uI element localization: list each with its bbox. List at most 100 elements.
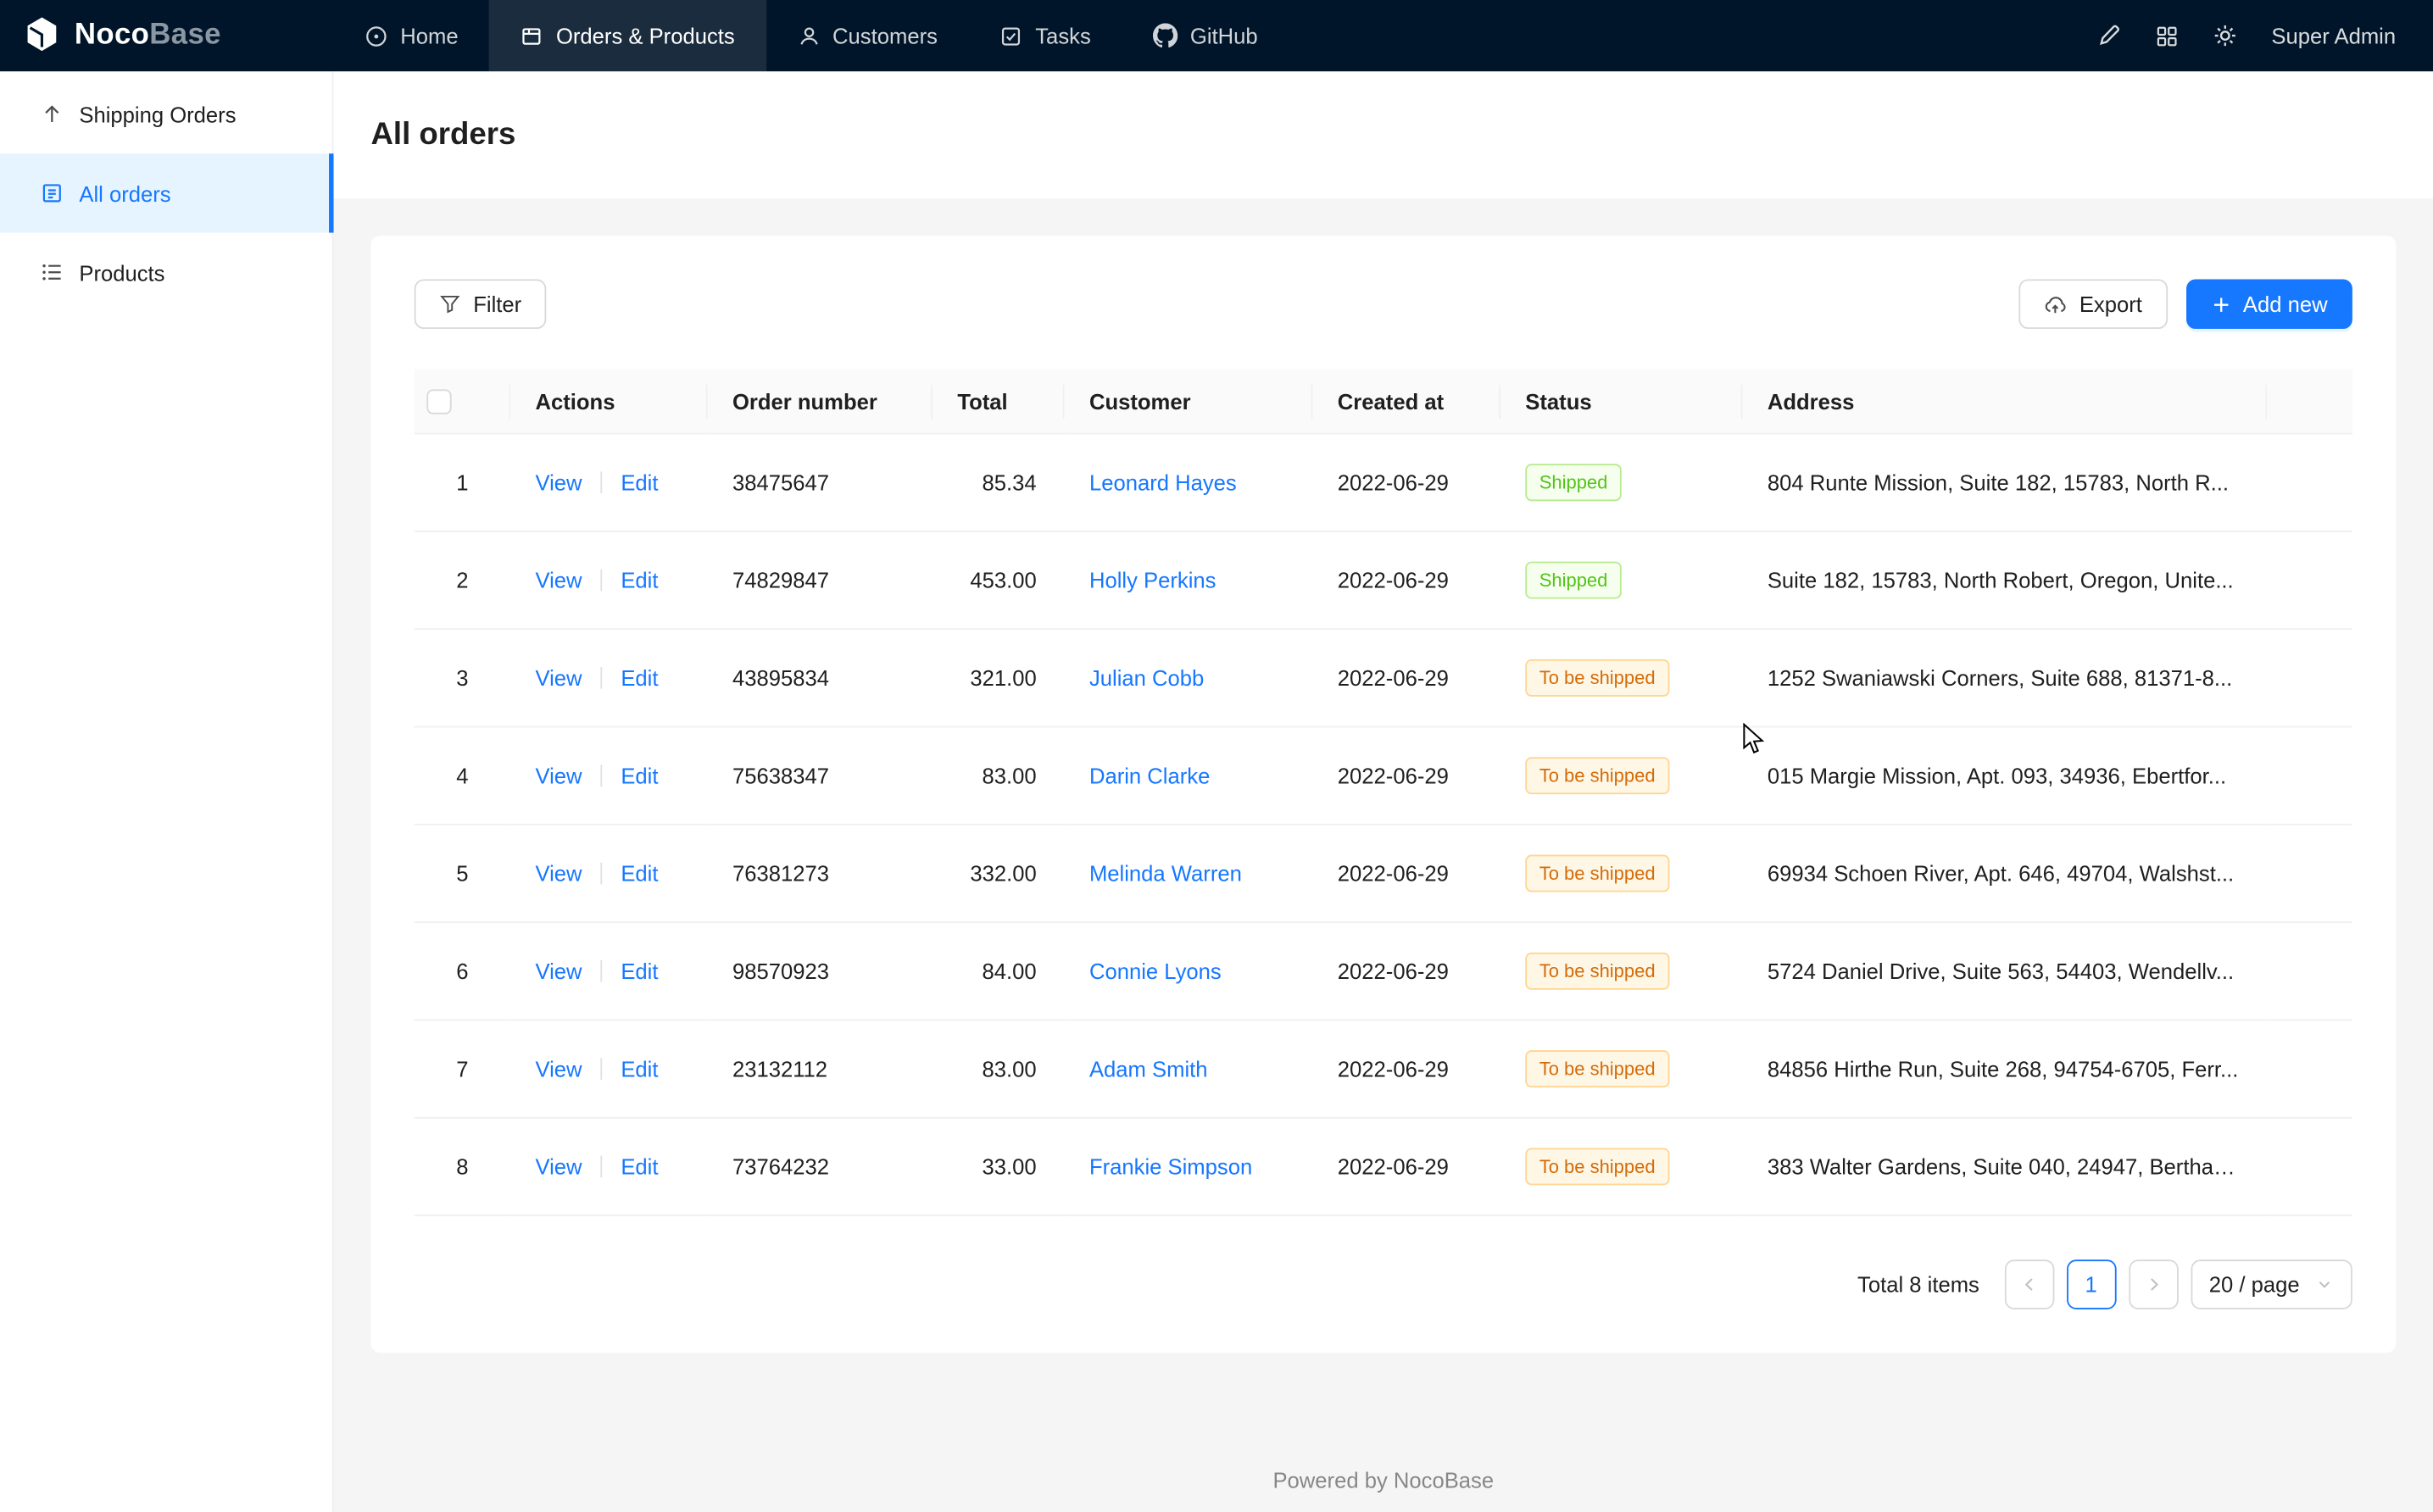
customer-link[interactable]: Adam Smith [1089,1057,1208,1081]
nav-label: GitHub [1190,23,1258,47]
view-link[interactable]: View [535,764,582,788]
add-new-button-label: Add new [2243,292,2328,316]
customer-link[interactable]: Melinda Warren [1089,861,1242,886]
plugins-grid-icon[interactable] [2155,24,2178,47]
action-divider [601,472,603,494]
created-at-cell: 2022-06-29 [1313,531,1500,629]
view-link[interactable]: View [535,470,582,495]
edit-link[interactable]: Edit [621,861,658,886]
customer-link[interactable]: Julian Cobb [1089,666,1204,691]
logo-cube-icon [22,14,63,58]
nocobase-logo[interactable]: NocoBase [0,0,334,71]
view-link[interactable]: View [535,1057,582,1081]
edit-link[interactable]: Edit [621,1154,658,1179]
orders-icon [521,24,543,47]
customer-link[interactable]: Frankie Simpson [1089,1154,1252,1179]
created-at-cell: 2022-06-29 [1313,434,1500,531]
table-row: 4 ViewEdit 75638347 83.00 Darin Clarke 2… [415,727,2352,825]
sidebar-item-products[interactable]: Products [0,233,332,312]
order-number-cell: 38475647 [708,434,933,531]
edit-link[interactable]: Edit [621,568,658,592]
page-header: All orders [334,71,2433,198]
total-cell: 83.00 [933,1020,1065,1118]
column-header-created-at: Created at [1313,370,1500,435]
nav-item-orders-products[interactable]: Orders & Products [489,0,766,71]
sidebar-item-label: All orders [79,181,170,205]
orders-table: Actions Order number Total Customer Crea… [415,370,2352,1217]
filter-button[interactable]: Filter [415,279,547,329]
total-cell: 332.00 [933,825,1065,922]
customer-link[interactable]: Holly Perkins [1089,568,1216,592]
status-badge: Shipped [1525,562,1622,599]
table-row: 6 ViewEdit 98570923 84.00 Connie Lyons 2… [415,923,2352,1020]
page-size-select[interactable]: 20 / page [2191,1260,2352,1310]
nav-item-github[interactable]: GitHub [1122,0,1289,71]
top-navigation: Home Orders & Products Customers Tasks G… [334,0,1289,71]
toolbar-right: Export Add new [2018,279,2352,329]
actions-cell: View Edit [510,727,707,825]
sidebar-item-shipping-orders[interactable]: Shipping Orders [0,75,332,153]
sidebar: Shipping Orders All orders Products [0,71,334,1512]
row-index: 8 [415,1118,510,1215]
edit-link[interactable]: Edit [621,666,658,691]
nav-label: Orders & Products [556,23,735,47]
column-header-actions: Actions [510,370,707,435]
pagination-next-button[interactable] [2129,1260,2179,1310]
arrow-up-icon [41,103,64,125]
spacer-cell [2267,825,2352,922]
export-button[interactable]: Export [2018,279,2167,329]
order-list-icon [41,181,64,204]
view-link[interactable]: View [535,568,582,592]
add-new-button[interactable]: Add new [2185,279,2352,329]
nav-item-home[interactable]: Home [334,0,490,71]
status-badge: To be shipped [1525,855,1669,892]
sidebar-item-all-orders[interactable]: All orders [0,153,332,232]
select-all-checkbox[interactable] [426,390,451,414]
edit-link[interactable]: Edit [621,959,658,984]
edit-link[interactable]: Edit [621,764,658,788]
column-header-status: Status [1500,370,1743,435]
customer-cell: Julian Cobb [1065,630,1313,727]
export-button-label: Export [2079,292,2142,316]
view-link[interactable]: View [535,861,582,886]
current-user[interactable]: Super Admin [2271,23,2396,47]
actions-cell: View Edit [510,923,707,1020]
row-index: 7 [415,1020,510,1118]
ui-editor-pen-icon[interactable] [2096,23,2121,47]
customer-link[interactable]: Leonard Hayes [1089,470,1237,495]
action-divider [601,668,603,690]
row-index: 2 [415,531,510,629]
nav-item-tasks[interactable]: Tasks [969,0,1122,71]
filter-button-label: Filter [473,292,521,316]
pagination-total: Total 8 items [1857,1272,1979,1297]
settings-gear-icon[interactable] [2213,23,2237,47]
customer-link[interactable]: Darin Clarke [1089,764,1210,788]
status-badge: To be shipped [1525,1051,1669,1088]
row-index: 1 [415,434,510,531]
view-link[interactable]: View [535,1154,582,1179]
pagination: Total 8 items 1 20 / page [415,1260,2352,1310]
customer-link[interactable]: Connie Lyons [1089,959,1222,984]
page-title: All orders [370,117,515,153]
view-link[interactable]: View [535,666,582,691]
status-badge: Shipped [1525,464,1622,502]
status-badge: To be shipped [1525,758,1669,795]
nav-item-customers[interactable]: Customers [766,0,968,71]
chevron-down-icon [2315,1276,2334,1294]
view-link[interactable]: View [535,959,582,984]
spacer-cell [2267,1020,2352,1118]
actions-cell: View Edit [510,825,707,922]
customer-cell: Connie Lyons [1065,923,1313,1020]
address-cell: Suite 182, 15783, North Robert, Oregon, … [1743,531,2268,629]
home-icon [365,24,387,47]
edit-link[interactable]: Edit [621,1057,658,1081]
created-at-cell: 2022-06-29 [1313,923,1500,1020]
customer-cell: Frankie Simpson [1065,1118,1313,1215]
pagination-prev-button[interactable] [2004,1260,2054,1310]
status-cell: To be shipped [1500,1118,1743,1215]
order-number-cell: 73764232 [708,1118,933,1215]
total-cell: 33.00 [933,1118,1065,1215]
edit-link[interactable]: Edit [621,470,658,495]
sidebar-item-label: Shipping Orders [79,102,236,126]
pagination-page-1[interactable]: 1 [2066,1260,2116,1310]
